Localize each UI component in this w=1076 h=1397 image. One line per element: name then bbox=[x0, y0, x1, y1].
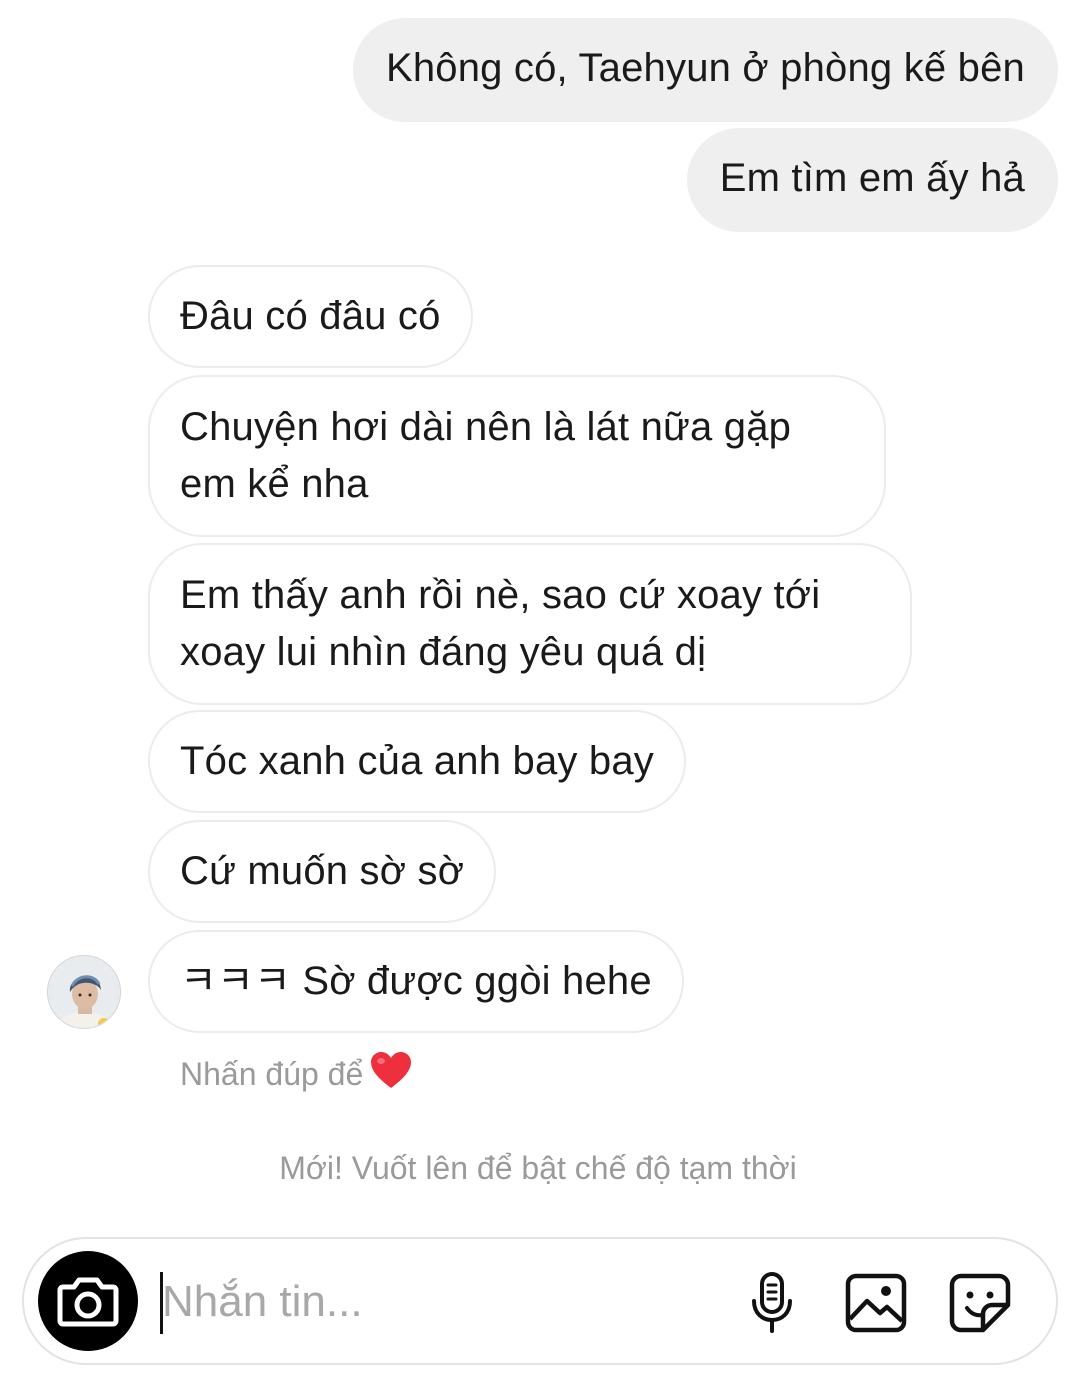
outgoing-message-bubble[interactable]: Không có, Taehyun ở phòng kế bên bbox=[352, 18, 1058, 122]
gallery-button[interactable] bbox=[844, 1271, 908, 1335]
incoming-message-bubble[interactable]: Tóc xanh của anh bay bay bbox=[148, 710, 686, 813]
double-tap-hint-text: Nhấn đúp để bbox=[180, 1055, 364, 1092]
voice-message-button[interactable] bbox=[740, 1271, 804, 1335]
camera-icon bbox=[57, 1277, 119, 1327]
message-composer bbox=[22, 1237, 1058, 1365]
sticker-button[interactable] bbox=[948, 1271, 1012, 1335]
incoming-message-bubble[interactable]: Cứ muốn sờ sờ bbox=[148, 820, 497, 923]
incoming-message-bubble[interactable]: Chuyện hơi dài nên là lát nữa gặp em kể … bbox=[148, 375, 886, 537]
avatar-photo bbox=[48, 956, 120, 1028]
message-input[interactable] bbox=[162, 1267, 722, 1337]
sticker-icon bbox=[949, 1273, 1011, 1333]
camera-button[interactable] bbox=[38, 1251, 138, 1351]
heart-icon bbox=[369, 1050, 413, 1098]
incoming-message-bubble[interactable]: Đâu có đâu có bbox=[148, 265, 473, 368]
sender-avatar[interactable] bbox=[47, 955, 121, 1029]
image-icon bbox=[845, 1273, 907, 1333]
outgoing-message-bubble[interactable]: Em tìm em ấy hả bbox=[686, 128, 1058, 232]
incoming-message-bubble[interactable]: Em thấy anh rồi nè, sao cứ xoay tới xoay… bbox=[148, 543, 912, 705]
double-tap-hint: Nhấn đúp để bbox=[180, 1050, 413, 1098]
microphone-icon bbox=[752, 1272, 792, 1333]
incoming-message-bubble[interactable]: ㅋㅋㅋ Sờ được ggòi hehe bbox=[148, 930, 684, 1033]
chat-screen: Không có, Taehyun ở phòng kế bên Em tìm … bbox=[0, 0, 1076, 1397]
vanish-mode-notice: Mới! Vuốt lên để bật chế độ tạm thời bbox=[279, 1150, 797, 1186]
